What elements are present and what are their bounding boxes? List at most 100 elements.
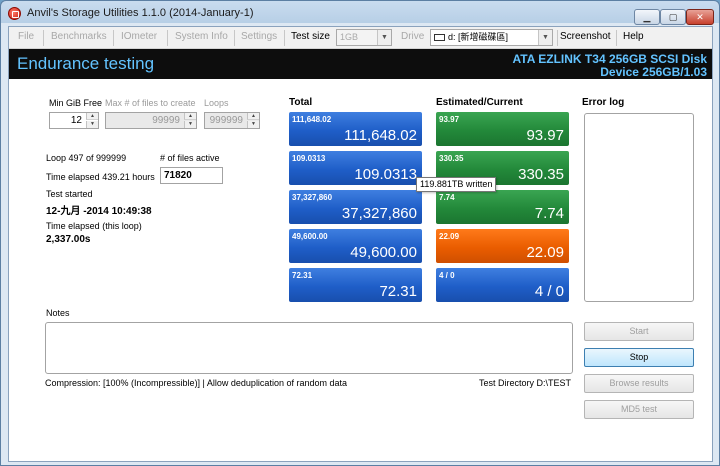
minimize-button[interactable]: ▁ xyxy=(634,9,660,25)
test-size-value: 1GB xyxy=(340,32,359,42)
spin-up-icon[interactable]: ▲ xyxy=(184,113,196,120)
total-tile: 111,648.02 111,648.02 xyxy=(289,112,422,146)
error-log-box[interactable] xyxy=(584,113,694,302)
tile-caption: 330.35 xyxy=(439,154,464,163)
error-log-header: Error log xyxy=(582,97,625,108)
drive-label: Drive xyxy=(401,31,425,42)
disk-name: ATA EZLINK T34 256GB SCSI Disk xyxy=(512,52,708,66)
notes-label: Notes xyxy=(46,308,70,318)
app-logo-icon xyxy=(8,7,21,20)
main-panel: File Benchmarks IOmeter System Info Sett… xyxy=(8,26,713,462)
browse-results-button[interactable]: Browse results xyxy=(584,374,694,393)
menu-benchmarks[interactable]: Benchmarks xyxy=(51,31,107,42)
tile-caption: 37,327,860 xyxy=(292,193,333,202)
time-elapsed-loop-label: Time elapsed (this loop) xyxy=(46,221,142,231)
tile-value: 93.97 xyxy=(526,127,564,144)
window-title: Anvil's Storage Utilities 1.1.0 (2014-Ja… xyxy=(27,7,254,19)
screenshot-button[interactable]: Screenshot xyxy=(560,31,611,42)
current-tile: 22.09 22.09 xyxy=(436,229,569,263)
min-gib-free-input[interactable]: 12 ▲ ▼ xyxy=(49,112,99,129)
min-gib-free-value: 12 xyxy=(70,115,82,126)
current-tile: 4 / 0 4 / 0 xyxy=(436,268,569,302)
menu-file[interactable]: File xyxy=(18,31,34,42)
toolbar-separator xyxy=(113,30,114,46)
drive-icon xyxy=(434,34,445,41)
tile-caption: 72.31 xyxy=(292,271,313,280)
max-files-input[interactable]: 99999 ▲ ▼ xyxy=(105,112,197,129)
notes-textarea[interactable] xyxy=(45,322,573,374)
tooltip: 119.881TB written xyxy=(416,177,497,192)
maximize-button[interactable]: ▢ xyxy=(660,9,686,25)
test-started-label: Test started xyxy=(46,189,93,199)
time-elapsed-loop-value: 2,337.00s xyxy=(46,234,91,245)
test-started-value: 12-九月 -2014 10:49:38 xyxy=(46,206,152,217)
tile-value: 72.31 xyxy=(379,283,417,300)
spin-down-icon[interactable]: ▼ xyxy=(86,121,98,128)
toolbar-separator xyxy=(234,30,235,46)
total-tile: 49,600.00 49,600.00 xyxy=(289,229,422,263)
loops-label: Loops xyxy=(204,98,229,108)
tile-value: 7.74 xyxy=(534,205,564,222)
tile-caption: 109.0313 xyxy=(292,154,326,163)
toolbar-separator xyxy=(284,30,285,46)
app-window: Anvil's Storage Utilities 1.1.0 (2014-Ja… xyxy=(0,0,720,466)
spin-down-icon[interactable]: ▼ xyxy=(184,121,196,128)
tile-caption: 111,648.02 xyxy=(292,115,332,124)
tile-value: 22.09 xyxy=(526,244,564,261)
files-active-value: 71820 xyxy=(160,167,223,184)
files-active-label: # of files active xyxy=(160,153,220,163)
total-header: Total xyxy=(289,97,313,108)
total-tile: 37,327,860 37,327,860 xyxy=(289,190,422,224)
chevron-down-icon: ▼ xyxy=(377,30,391,45)
tile-caption: 49,600.00 xyxy=(292,232,328,241)
tile-value: 49,600.00 xyxy=(350,244,417,261)
toolbar-separator xyxy=(557,30,558,46)
tile-value: 109.0313 xyxy=(354,166,417,183)
spin-up-icon[interactable]: ▲ xyxy=(247,113,259,120)
toolbar-separator xyxy=(167,30,168,46)
tile-caption: 93.97 xyxy=(439,115,460,124)
header-band: Endurance testing ATA EZLINK T34 256GB S… xyxy=(9,49,712,79)
stop-button[interactable]: Stop xyxy=(584,348,694,367)
loops-input[interactable]: 999999 ▲ ▼ xyxy=(204,112,260,129)
title-bar[interactable]: Anvil's Storage Utilities 1.1.0 (2014-Ja… xyxy=(1,1,719,25)
spin-down-icon[interactable]: ▼ xyxy=(247,121,259,128)
md5-test-button[interactable]: MD5 test xyxy=(584,400,694,419)
menu-iometer[interactable]: IOmeter xyxy=(121,31,157,42)
drive-value: d: [新增磁碟區] xyxy=(448,32,509,42)
menu-system-info[interactable]: System Info xyxy=(175,31,228,42)
toolbar-separator xyxy=(616,30,617,46)
menu-settings[interactable]: Settings xyxy=(241,31,277,42)
tile-caption: 4 / 0 xyxy=(439,271,455,280)
device-name: Device 256GB/1.03 xyxy=(600,65,707,79)
tile-value: 4 / 0 xyxy=(534,283,564,300)
tile-value: 111,648.02 xyxy=(344,127,417,144)
chevron-down-icon: ▼ xyxy=(538,30,552,45)
tile-value: 330.35 xyxy=(518,166,564,183)
max-files-label: Max # of files to create xyxy=(105,98,196,108)
current-tile: 7.74 7.74 xyxy=(436,190,569,224)
tile-caption: 22.09 xyxy=(439,232,460,241)
close-button[interactable]: ✕ xyxy=(686,9,714,25)
page-title: Endurance testing xyxy=(17,54,155,73)
test-size-label: Test size xyxy=(291,31,330,42)
total-tile: 72.31 72.31 xyxy=(289,268,422,302)
test-directory: Test Directory D:\TEST xyxy=(479,378,572,388)
max-files-value: 99999 xyxy=(152,115,180,126)
time-elapsed: Time elapsed 439.21 hours xyxy=(46,172,155,182)
tile-value: 37,327,860 xyxy=(341,205,417,222)
min-gib-free-label: Min GiB Free xyxy=(49,98,103,108)
drive-select[interactable]: d: [新增磁碟區] ▼ xyxy=(430,29,553,46)
toolbar: File Benchmarks IOmeter System Info Sett… xyxy=(9,27,712,49)
menu-help[interactable]: Help xyxy=(623,31,644,42)
toolbar-separator xyxy=(43,30,44,46)
loop-counter: Loop 497 of 999999 xyxy=(46,153,127,163)
current-tile: 93.97 93.97 xyxy=(436,112,569,146)
estimated-header: Estimated/Current xyxy=(436,97,523,108)
tile-caption: 7.74 xyxy=(439,193,455,202)
test-size-select[interactable]: 1GB ▼ xyxy=(336,29,392,46)
start-button[interactable]: Start xyxy=(584,322,694,341)
loops-value: 999999 xyxy=(209,115,243,126)
spin-up-icon[interactable]: ▲ xyxy=(86,113,98,120)
total-tile: 109.0313 109.0313 xyxy=(289,151,422,185)
